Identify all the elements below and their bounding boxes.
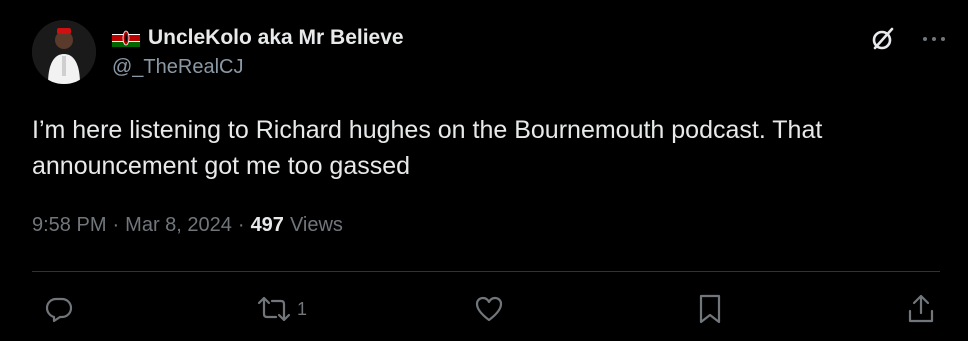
retweet-count: 1 bbox=[297, 298, 308, 319]
grok-icon[interactable] bbox=[870, 26, 896, 52]
author-name-row: UncleKolo aka Mr Believe bbox=[112, 24, 404, 52]
retweet-icon bbox=[257, 294, 291, 324]
tweet-card: UncleKolo aka Mr Believe @_TheRealCJ I’m… bbox=[0, 0, 968, 341]
reply-button[interactable] bbox=[44, 292, 80, 326]
meta-separator: · bbox=[112, 214, 120, 236]
share-icon bbox=[906, 293, 936, 325]
tweet-meta: 9:58 PM · Mar 8, 2024 · 497 Views bbox=[32, 214, 343, 237]
kenya-flag-icon bbox=[112, 29, 140, 47]
avatar[interactable] bbox=[32, 20, 96, 84]
heart-icon bbox=[474, 294, 504, 324]
reply-icon bbox=[44, 294, 74, 324]
more-icon[interactable] bbox=[922, 35, 946, 43]
tweet-date[interactable]: Mar 8, 2024 bbox=[125, 214, 232, 237]
bookmark-button[interactable] bbox=[697, 292, 729, 326]
like-button[interactable] bbox=[474, 292, 510, 326]
author-handle[interactable]: @_TheRealCJ bbox=[112, 56, 243, 79]
divider bbox=[32, 271, 940, 272]
views-label[interactable]: Views bbox=[290, 214, 343, 237]
share-button[interactable] bbox=[906, 292, 936, 326]
tweet-text: I’m here listening to Richard hughes on … bbox=[32, 116, 823, 180]
bookmark-icon bbox=[697, 293, 723, 325]
views-count[interactable]: 497 bbox=[251, 214, 284, 237]
tweet-time[interactable]: 9:58 PM bbox=[32, 214, 106, 237]
tweet-top-actions bbox=[870, 26, 946, 52]
retweet-button[interactable]: 1 bbox=[257, 292, 307, 326]
author-display-name[interactable]: UncleKolo aka Mr Believe bbox=[148, 26, 404, 50]
meta-separator: · bbox=[237, 214, 245, 236]
user-avatar-image bbox=[32, 20, 96, 84]
action-bar: 1 bbox=[0, 292, 968, 332]
